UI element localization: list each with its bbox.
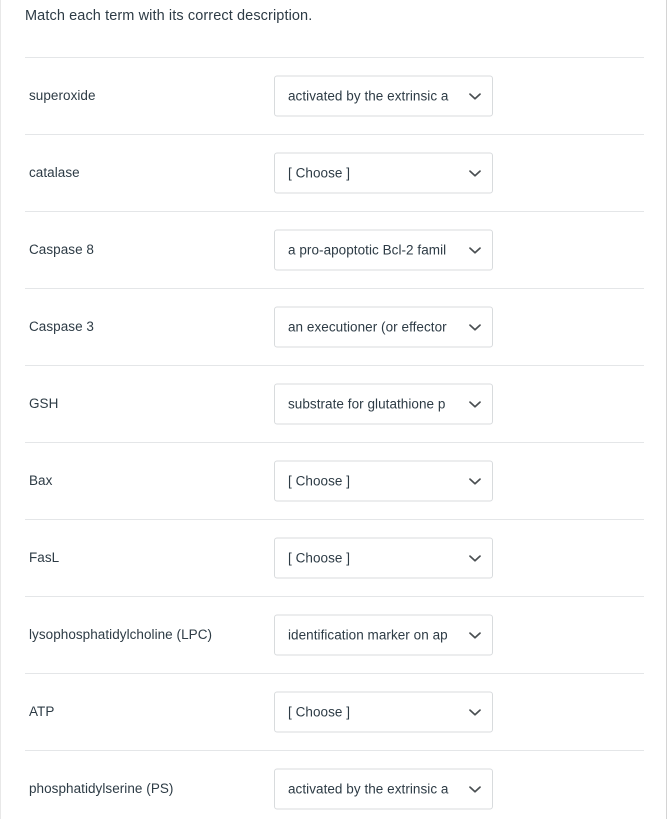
answer-select[interactable]: activated by the extrinsic a [274, 768, 493, 810]
answer-rows-container: superoxide activated by the extrinsic a ca… [1, 57, 667, 827]
answer-row: Bax [ Choose ] [25, 442, 644, 519]
answer-select[interactable]: [ Choose ] [274, 460, 493, 502]
answer-select[interactable]: a pro-apoptotic Bcl-2 famil [274, 229, 493, 271]
answer-select-wrapper: substrate for glutathione p [274, 383, 493, 425]
answer-row: GSH substrate for glutathione p [25, 365, 644, 442]
answer-row: superoxide activated by the extrinsic a [25, 57, 644, 134]
answer-row: ATP [ Choose ] [25, 673, 644, 750]
answer-select-wrapper: [ Choose ] [274, 460, 493, 502]
answer-select[interactable]: activated by the extrinsic a [274, 75, 493, 117]
answer-row: phosphatidylserine (PS) activated by the … [25, 750, 644, 827]
answer-row-inner: Caspase 8 a pro-apoptotic Bcl-2 famil [25, 212, 644, 288]
term-label: FasL [29, 550, 60, 565]
answer-select-wrapper: activated by the extrinsic a [274, 768, 493, 810]
answer-select-value: activated by the extrinsic a [288, 88, 449, 104]
term-label: ATP [29, 704, 55, 719]
answer-select-value: [ Choose ] [288, 550, 351, 566]
answer-select-value: activated by the extrinsic a [288, 781, 449, 797]
answer-select-wrapper: a pro-apoptotic Bcl-2 famil [274, 229, 493, 271]
answer-select-value: [ Choose ] [288, 473, 351, 489]
term-label: Bax [29, 473, 53, 488]
answer-row-inner: lysophosphatidylcholine (LPC) identificat… [25, 597, 644, 673]
answer-select-value: [ Choose ] [288, 165, 351, 181]
answer-select-wrapper: [ Choose ] [274, 537, 493, 579]
question-prompt: Match each term with its correct descrip… [25, 8, 313, 24]
answer-select-value: a pro-apoptotic Bcl-2 famil [288, 242, 447, 258]
answer-row-inner: GSH substrate for glutathione p [25, 366, 644, 442]
answer-select-wrapper: [ Choose ] [274, 691, 493, 733]
answer-row: catalase [ Choose ] [25, 134, 644, 211]
answer-select[interactable]: [ Choose ] [274, 152, 493, 194]
answer-row-inner: FasL [ Choose ] [25, 520, 644, 596]
answer-row-inner: Bax [ Choose ] [25, 443, 644, 519]
answer-select[interactable]: [ Choose ] [274, 537, 493, 579]
term-label: catalase [29, 165, 80, 180]
term-label: Caspase 8 [29, 242, 94, 257]
answer-select[interactable]: identification marker on ap [274, 614, 493, 656]
answer-row: lysophosphatidylcholine (LPC) identificat… [25, 596, 644, 673]
answer-row: Caspase 8 a pro-apoptotic Bcl-2 famil [25, 211, 644, 288]
answer-select-value: substrate for glutathione p [288, 396, 446, 412]
term-label: GSH [29, 396, 59, 411]
matching-question-page: Match each term with its correct descrip… [0, 0, 667, 819]
answer-row: Caspase 3 an executioner (or effector [25, 288, 644, 365]
answer-select-wrapper: [ Choose ] [274, 152, 493, 194]
term-label: Caspase 3 [29, 319, 94, 334]
term-label: lysophosphatidylcholine (LPC) [29, 627, 213, 642]
term-label: phosphatidylserine (PS) [29, 781, 174, 796]
answer-select-value: identification marker on ap [288, 627, 448, 643]
answer-select-value: [ Choose ] [288, 704, 351, 720]
answer-select[interactable]: substrate for glutathione p [274, 383, 493, 425]
answer-row-inner: Caspase 3 an executioner (or effector [25, 289, 644, 365]
answer-select-wrapper: identification marker on ap [274, 614, 493, 656]
answer-row-inner: ATP [ Choose ] [25, 674, 644, 750]
answer-row-inner: superoxide activated by the extrinsic a [25, 58, 644, 134]
answer-row-inner: catalase [ Choose ] [25, 135, 644, 211]
term-label: superoxide [29, 88, 96, 103]
answer-select-value: an executioner (or effector [288, 319, 447, 335]
answer-select[interactable]: [ Choose ] [274, 691, 493, 733]
answer-row: FasL [ Choose ] [25, 519, 644, 596]
answer-row-inner: phosphatidylserine (PS) activated by the … [25, 751, 644, 827]
answer-select-wrapper: an executioner (or effector [274, 306, 493, 348]
answer-select-wrapper: activated by the extrinsic a [274, 75, 493, 117]
answer-select[interactable]: an executioner (or effector [274, 306, 493, 348]
